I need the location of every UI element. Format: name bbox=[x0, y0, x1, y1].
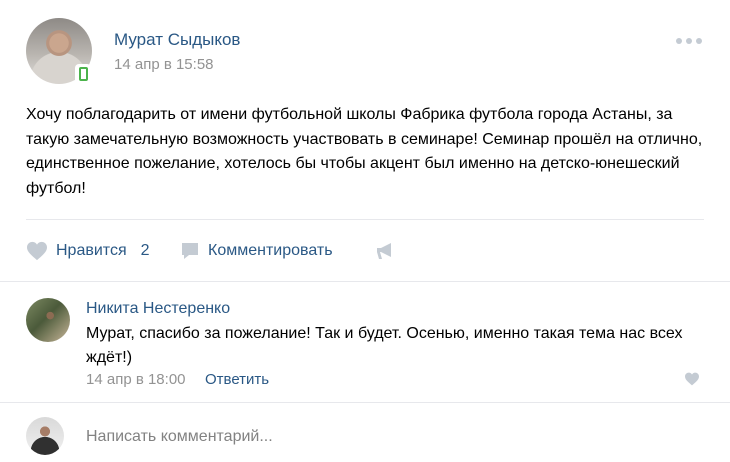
current-user-avatar bbox=[26, 417, 64, 455]
comment-date[interactable]: 14 апр в 18:00 bbox=[86, 371, 186, 388]
mobile-phone-icon bbox=[75, 64, 91, 84]
divider bbox=[26, 219, 704, 220]
divider bbox=[0, 281, 730, 282]
like-label: Нравится bbox=[56, 242, 127, 259]
heart-icon[interactable] bbox=[684, 372, 700, 391]
post-text: Хочу поблагодарить от имени футбольной ш… bbox=[26, 106, 703, 197]
reply-button[interactable]: Ответить bbox=[205, 371, 269, 388]
comment-bubble-icon bbox=[180, 241, 200, 261]
commenter-avatar[interactable] bbox=[26, 298, 70, 342]
comment-input[interactable] bbox=[86, 425, 686, 449]
comment-author-name[interactable]: Никита Нестеренко bbox=[86, 300, 230, 318]
like-count: 2 bbox=[140, 242, 150, 259]
comment-label: Комментировать bbox=[208, 242, 333, 259]
wall-post: Мурат Сыдыков 14 апр в 15:58 Хочу поблаг… bbox=[0, 0, 730, 462]
megaphone-icon bbox=[375, 241, 397, 261]
post-date[interactable]: 14 апр в 15:58 bbox=[114, 56, 214, 73]
more-dots-icon[interactable] bbox=[676, 36, 706, 46]
heart-icon bbox=[26, 241, 48, 261]
comment-text: Мурат, спасибо за пожелание! Так и будет… bbox=[86, 325, 683, 366]
like-button[interactable]: Нравится 2 bbox=[26, 241, 150, 261]
divider bbox=[0, 402, 730, 403]
share-button[interactable] bbox=[375, 241, 397, 261]
comment-button[interactable]: Комментировать bbox=[180, 241, 333, 261]
post-author-name[interactable]: Мурат Сыдыков bbox=[114, 30, 240, 50]
